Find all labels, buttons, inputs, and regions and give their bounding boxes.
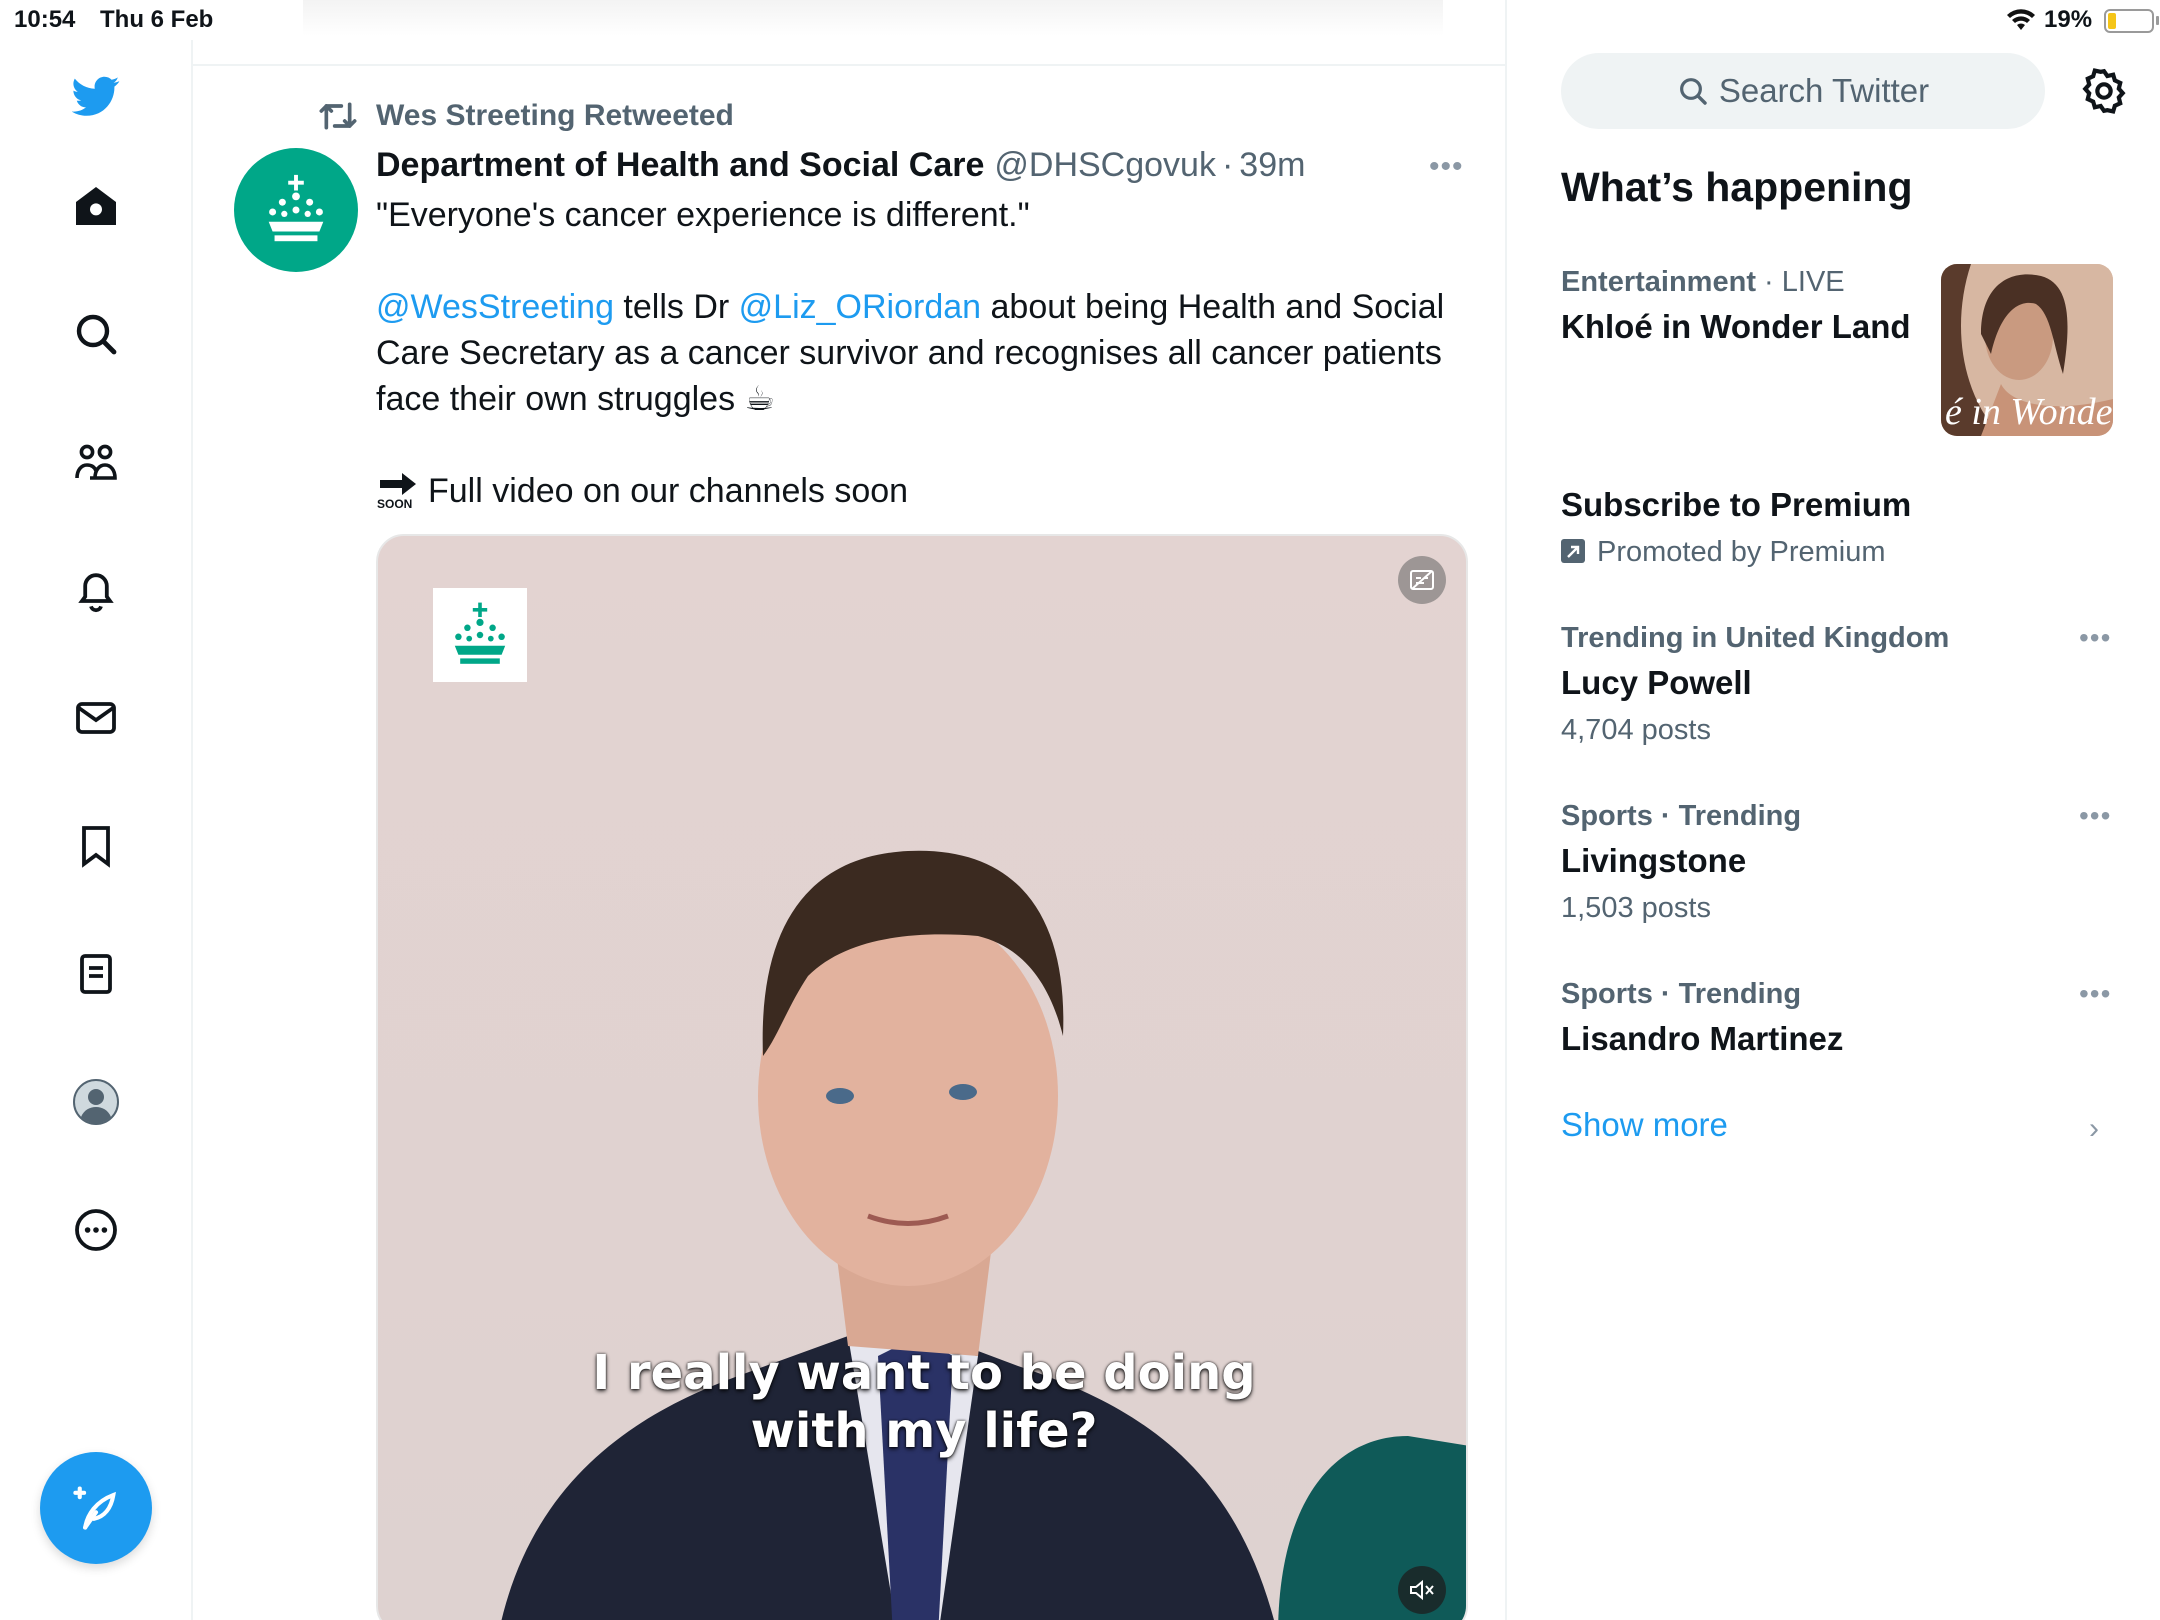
trend-title: Lisandro Martinez	[1561, 1020, 1844, 1057]
trend-more-icon[interactable]: •••	[2079, 622, 2111, 654]
tweet-text-segment: Full video on our channels soon	[428, 472, 909, 510]
messages-mail-icon[interactable]	[66, 688, 126, 748]
trend-context: Entertainment · LIVE	[1561, 266, 1845, 299]
crown-logo-icon	[268, 174, 324, 242]
lists-icon[interactable]	[66, 944, 126, 1004]
promo-title: Subscribe to Premium	[1561, 486, 1912, 523]
trend-post-count: 4,704 posts	[1561, 714, 1711, 746]
bookmarks-icon[interactable]	[66, 816, 126, 876]
whats-happening-heading: What’s happening	[1561, 164, 1913, 210]
status-time: 10:54	[14, 6, 76, 33]
trend-more-icon[interactable]: •••	[2079, 800, 2111, 832]
communities-icon[interactable]	[66, 432, 126, 492]
promoted-text: Promoted by Premium	[1597, 536, 1886, 568]
trend-post-count: 1,503 posts	[1561, 892, 1711, 924]
soon-icon-text: SOON	[377, 497, 412, 510]
right-sidebar: Search Twitter What’s happening Entertai…	[1509, 0, 2160, 1620]
soon-arrow-emoji-icon: SOON	[377, 473, 416, 510]
mention-link[interactable]: @WesStreeting	[376, 288, 614, 326]
speaker-muted-icon	[1410, 1579, 1434, 1601]
divider	[193, 64, 1507, 66]
tweet-paragraph: @WesStreeting tells Dr @Liz_ORiordan abo…	[376, 284, 1476, 422]
trend-title: Khloé in Wonder Land	[1561, 308, 1911, 345]
timeline: Wes Streeting Retweeted Department of He…	[193, 0, 1507, 1620]
mention-link[interactable]: @Liz_ORiordan	[739, 288, 981, 326]
live-status: LIVE	[1781, 266, 1845, 298]
crown-logo-icon	[454, 602, 506, 664]
twitter-logo-icon[interactable]	[66, 66, 126, 126]
tweet-timestamp[interactable]: 39m	[1239, 146, 1305, 185]
compose-tweet-button[interactable]	[40, 1452, 152, 1564]
notifications-bell-icon[interactable]	[66, 560, 126, 620]
trend-more-icon[interactable]: •••	[2079, 978, 2111, 1010]
search-input[interactable]: Search Twitter	[1561, 53, 2045, 129]
trend-context: Sports · Trending	[1561, 800, 1802, 832]
profile-avatar-icon[interactable]	[66, 1072, 126, 1132]
compose-feather-icon	[73, 1486, 116, 1530]
thumbnail-text: é in Wonder l	[1945, 391, 2113, 433]
previous-tweet-edge	[303, 0, 1443, 36]
trend-title: Livingstone	[1561, 842, 1747, 879]
tweet-more-menu-icon[interactable]: •••	[1429, 150, 1464, 184]
trend-context: Trending in United Kingdom	[1561, 622, 1950, 654]
captions-toggle-button[interactable]	[1398, 556, 1446, 604]
tweet-text: "Everyone's cancer experience is differe…	[376, 192, 1476, 514]
tweet-quote-line: "Everyone's cancer experience is differe…	[376, 196, 1030, 234]
thumbnail-image: é in Wonder l	[1941, 264, 2113, 436]
retweeted-by-label: Wes Streeting Retweeted	[376, 99, 734, 132]
retweet-context[interactable]: Wes Streeting Retweeted	[318, 96, 734, 136]
caption-line: with my life?	[750, 1403, 1098, 1459]
author-name[interactable]: Department of Health and Social Care	[376, 146, 984, 185]
author-avatar[interactable]	[234, 148, 358, 272]
tweet-video[interactable]: I really want to be doing with my life?	[376, 534, 1468, 1620]
settings-gear-icon[interactable]	[2079, 66, 2129, 116]
tweet-header: Department of Health and Social Care @DH…	[376, 140, 1305, 190]
mute-button[interactable]	[1398, 1566, 1446, 1614]
promoted-label: Promoted by Premium	[1561, 536, 1886, 569]
more-options-icon[interactable]	[66, 1200, 126, 1260]
search-placeholder: Search Twitter	[1718, 72, 1930, 109]
chevron-right-icon: ›	[2089, 1112, 2099, 1145]
show-more-link[interactable]: Show more	[1561, 1106, 1728, 1144]
trend-title: Lucy Powell	[1561, 664, 1752, 701]
home-icon[interactable]	[66, 176, 126, 236]
trend-context: Sports · Trending	[1561, 978, 1802, 1010]
search-icon	[1679, 78, 1707, 105]
promoted-arrow-icon	[1561, 539, 1585, 563]
trend-thumbnail: é in Wonder l	[1941, 264, 2113, 436]
retweet-icon	[319, 102, 357, 130]
left-navigation	[0, 40, 193, 1620]
author-handle[interactable]: @DHSCgovuk	[994, 146, 1216, 185]
video-dhsc-logo	[433, 588, 527, 682]
tweet-final-line: SOON Full video on our channels soon	[376, 468, 1476, 514]
explore-search-icon[interactable]	[66, 304, 126, 364]
caption-line: I really want to be doing	[592, 1345, 1256, 1401]
video-caption: I really want to be doing with my life?	[378, 1344, 1466, 1460]
header-separator: ·	[1221, 145, 1234, 184]
tweet-text-segment: tells Dr	[613, 288, 739, 326]
captions-icon	[1410, 570, 1434, 590]
trend-category: Entertainment	[1561, 266, 1756, 298]
trend-sep: ·	[1755, 266, 1782, 298]
